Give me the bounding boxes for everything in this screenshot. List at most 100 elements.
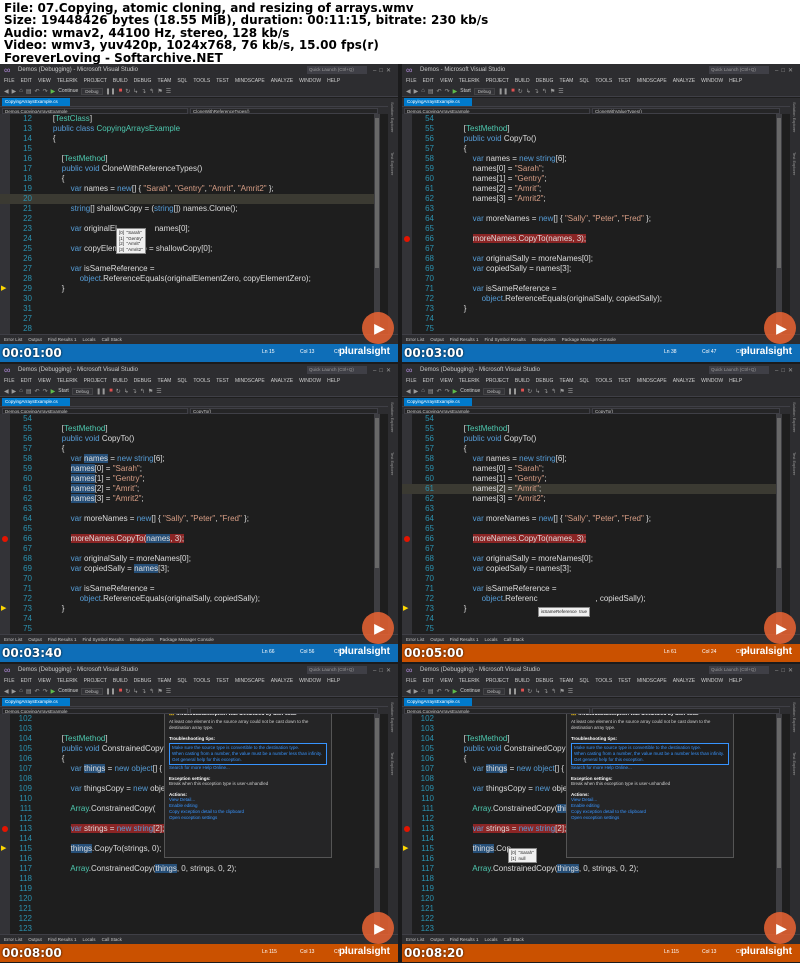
play-button[interactable]: ▶ (362, 312, 394, 344)
menu-item[interactable]: FILE (4, 78, 15, 84)
window-controls[interactable]: –□✕ (775, 667, 796, 674)
menu-item[interactable]: BUILD (515, 378, 530, 384)
tab-document[interactable]: CopyingArraysExample.cs (404, 98, 472, 106)
tool-window-tab[interactable]: Find Results 1 (48, 937, 77, 942)
toolbar-icon[interactable]: ↷ (43, 88, 48, 95)
tab-document[interactable]: CopyingArraysExample.cs (404, 398, 472, 406)
tool-window-tab[interactable]: Breakpoints (532, 337, 556, 342)
toolbar-icon[interactable]: ▶ (12, 688, 17, 695)
toolbar-icon[interactable]: ↴ (534, 88, 539, 95)
toolbar-icon[interactable]: ◀ (4, 88, 9, 95)
tool-window-tab[interactable]: Output (430, 637, 444, 642)
tool-window-tab[interactable]: Error List (4, 337, 22, 342)
menu-item[interactable]: ANALYZE (673, 78, 695, 84)
menu-item[interactable]: TEAM (157, 378, 171, 384)
menu-item[interactable]: HELP (327, 378, 340, 384)
menu-item[interactable]: ANALYZE (271, 78, 293, 84)
code-editor[interactable]: 12 [TestClass] 13 public class CopyingArr… (0, 114, 380, 334)
toolbar-icon[interactable]: ↳ (535, 388, 540, 395)
tool-window-tab[interactable]: Output (28, 637, 42, 642)
window-controls[interactable]: –□✕ (775, 67, 796, 74)
toolbar-icon[interactable]: ⌂ (19, 88, 23, 94)
toolbar-icon[interactable]: ⌂ (421, 88, 425, 94)
tab-document[interactable]: CopyingArraysExample.cs (2, 698, 70, 706)
menu-item[interactable]: VIEW (440, 378, 453, 384)
menu-item[interactable]: FILE (406, 378, 417, 384)
run-button-label[interactable]: Continue (58, 688, 78, 694)
toolbar-icon[interactable]: ▶ (414, 388, 419, 395)
menu-item[interactable]: ANALYZE (673, 378, 695, 384)
menu-item[interactable]: EDIT (21, 678, 32, 684)
menu-item[interactable]: SQL (579, 78, 589, 84)
toolbar-icon[interactable]: ↴ (543, 388, 548, 395)
toolbar-icon[interactable]: ◀ (406, 688, 411, 695)
tool-window-tab[interactable]: Output (28, 937, 42, 942)
scrollbar-thumb[interactable] (375, 418, 379, 568)
run-button-label[interactable]: Continue (460, 388, 480, 394)
menu-item[interactable]: DEBUG (134, 378, 152, 384)
menu-item[interactable]: MINDSCAPE (235, 378, 265, 384)
toolbar-icon[interactable]: ▤ (26, 388, 32, 395)
menu-item[interactable]: TEST (216, 378, 229, 384)
tool-window-tab[interactable]: Locals (485, 637, 498, 642)
toolbar-icon[interactable]: ↶ (35, 388, 40, 395)
toolbar-icon[interactable]: ▤ (428, 688, 434, 695)
menu-item[interactable]: TEST (216, 78, 229, 84)
toolbar-icon[interactable]: ↶ (35, 688, 40, 695)
toolbar-icon[interactable]: ↰ (149, 688, 154, 695)
menu-item[interactable]: DEBUG (134, 678, 152, 684)
tool-window-tab[interactable]: Breakpoints (130, 637, 154, 642)
tool-window-tab[interactable]: Error List (4, 937, 22, 942)
config-dropdown[interactable]: Debug (473, 87, 496, 95)
toolbar-icon[interactable]: ☰ (568, 388, 573, 395)
tool-window-tab[interactable]: Call Stack (102, 337, 122, 342)
editor-scrollbar[interactable] (374, 414, 380, 634)
debug-icon[interactable]: ↻ (125, 88, 130, 95)
menu-item[interactable]: VIEW (38, 678, 51, 684)
quick-launch-input[interactable]: Quick Launch (Ctrl+Q) (709, 666, 769, 674)
tool-window-tab[interactable]: Error List (4, 637, 22, 642)
play-button[interactable]: ▶ (764, 312, 796, 344)
config-dropdown[interactable]: Debug (483, 387, 505, 395)
solution-explorer-tab[interactable]: Solution Explorer (792, 402, 797, 432)
tool-window-tab[interactable]: Find Results 1 (48, 637, 77, 642)
config-dropdown[interactable]: Debug (81, 687, 103, 695)
tool-window-tab[interactable]: Find Results 1 (450, 337, 479, 342)
stop-icon[interactable]: ■ (521, 688, 525, 694)
quick-launch-input[interactable]: Quick Launch (Ctrl+Q) (709, 366, 769, 374)
debug-datatip[interactable]: [0] "Sarah" [1] null (508, 848, 537, 863)
toolbar-icon[interactable]: ⚑ (559, 688, 564, 695)
play-button[interactable]: ▶ (764, 912, 796, 944)
scrollbar-thumb[interactable] (375, 718, 379, 868)
menu-item[interactable]: BUILD (113, 678, 128, 684)
solution-explorer-tab[interactable]: Solution Explorer (390, 102, 395, 132)
quick-launch-input[interactable]: Quick Launch (Ctrl+Q) (307, 666, 367, 674)
tool-window-tab[interactable]: Call Stack (504, 937, 524, 942)
stop-icon[interactable]: ■ (521, 388, 525, 394)
toolbar-icon[interactable]: ▤ (428, 388, 434, 395)
debug-icon[interactable]: ❚❚ (508, 688, 518, 695)
toolbar-icon[interactable]: ↳ (133, 88, 138, 95)
solution-explorer-tab[interactable]: Solution Explorer (390, 702, 395, 732)
toolbar-icon[interactable]: ▤ (26, 88, 32, 95)
menu-item[interactable]: TEAM (559, 678, 573, 684)
toolbar-icon[interactable]: ↰ (551, 688, 556, 695)
tool-window-tab[interactable]: Package Manager Console (160, 637, 214, 642)
run-icon[interactable]: ▶ (453, 88, 458, 95)
toolbar-icon[interactable]: ⌂ (19, 688, 23, 694)
debug-icon[interactable]: ❚❚ (508, 388, 518, 395)
code-editor[interactable]: 54 55 [TestMethod] 56 public void CopyTo()… (402, 414, 782, 634)
toolbar-icon[interactable]: ↰ (140, 388, 145, 395)
toolbar-icon[interactable]: ↳ (526, 88, 531, 95)
menu-item[interactable]: EDIT (423, 378, 434, 384)
toolbar-icon[interactable]: ↶ (437, 688, 442, 695)
menu-item[interactable]: DEBUG (134, 78, 152, 84)
menu-item[interactable]: BUILD (113, 78, 128, 84)
toolbar-icon[interactable]: ☰ (558, 88, 563, 95)
menu-item[interactable]: TOOLS (193, 378, 210, 384)
toolbar-icon[interactable]: ↴ (141, 688, 146, 695)
scrollbar-thumb[interactable] (777, 418, 781, 568)
debug-icon[interactable]: ❚❚ (106, 688, 116, 695)
menu-item[interactable]: SQL (177, 678, 187, 684)
tip-link[interactable]: Get general help for this exception. (172, 757, 324, 763)
